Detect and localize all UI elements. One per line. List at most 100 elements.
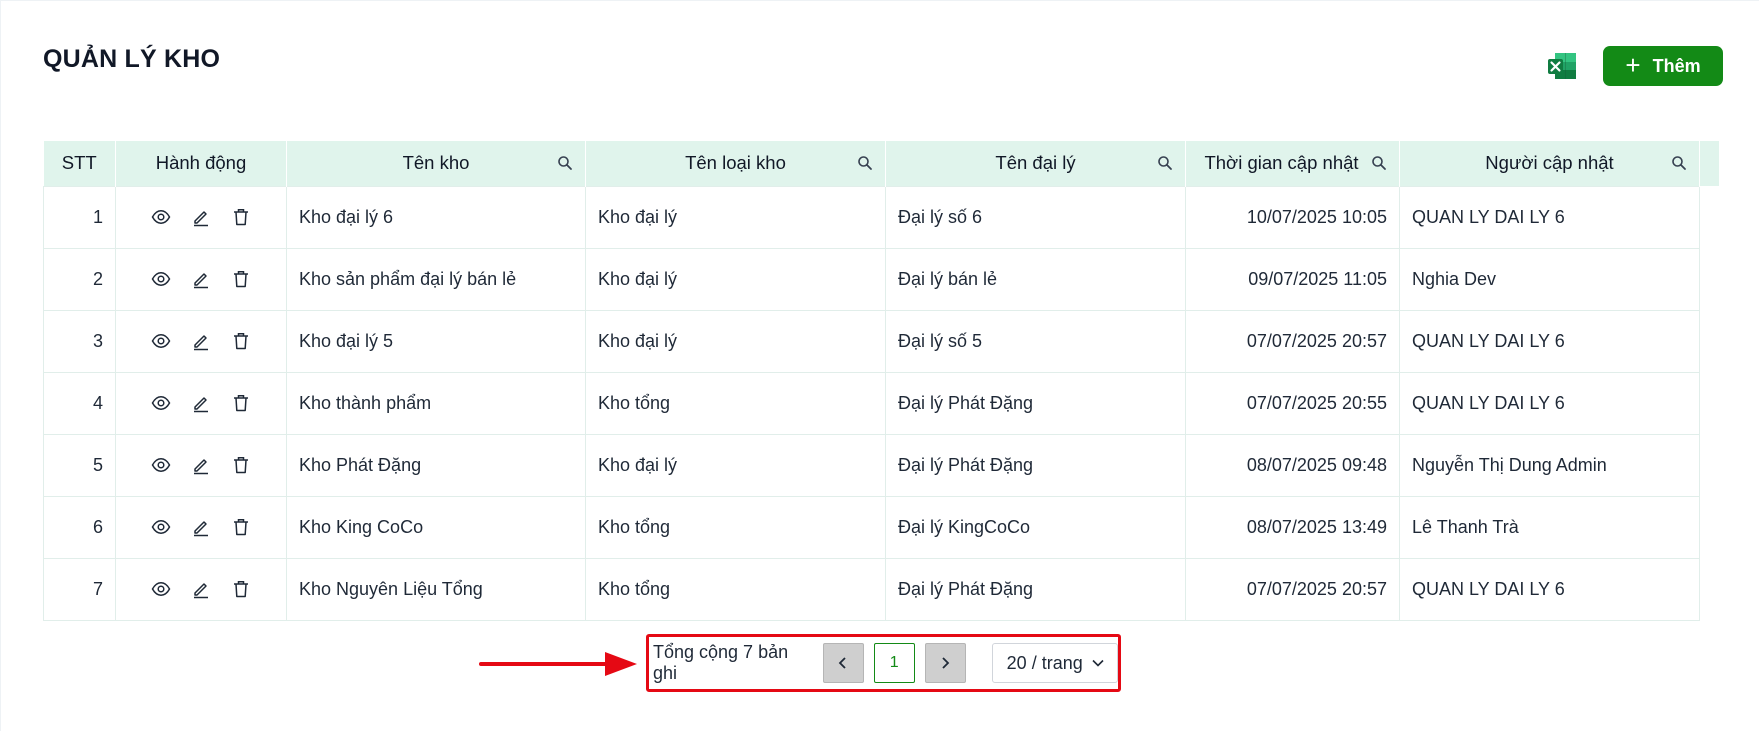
page-title: QUẢN LÝ KHO xyxy=(43,45,221,73)
search-icon[interactable] xyxy=(857,155,873,171)
cell-warehouse-name: Kho King CoCo xyxy=(286,495,586,559)
cell-updated-time: 07/07/2025 20:55 xyxy=(1185,371,1400,435)
cell-agent-name: Đại lý KingCoCo xyxy=(885,495,1186,559)
search-icon[interactable] xyxy=(1157,155,1173,171)
prev-page-button[interactable] xyxy=(822,643,864,683)
cell-agent-name: Đại lý Phát Đặng xyxy=(885,557,1186,621)
delete-icon[interactable] xyxy=(231,393,251,413)
cell-updated-by: QUAN LY DAI LY 6 xyxy=(1399,557,1700,621)
view-icon[interactable] xyxy=(151,579,171,599)
edit-icon[interactable] xyxy=(191,393,211,413)
column-header-actions: Hành động xyxy=(115,141,287,186)
cell-actions xyxy=(115,309,287,373)
cell-stt: 3 xyxy=(43,309,116,373)
cell-stt: 4 xyxy=(43,371,116,435)
column-header-stt: STT xyxy=(43,141,116,186)
cell-updated-by: QUAN LY DAI LY 6 xyxy=(1399,371,1700,435)
cell-warehouse-name: Kho Phát Đặng xyxy=(286,433,586,497)
cell-updated-by: Nguyễn Thị Dung Admin xyxy=(1399,433,1700,497)
cell-warehouse-type: Kho đại lý xyxy=(585,433,886,497)
red-arrow-annotation xyxy=(479,652,637,676)
cell-warehouse-name: Kho đại lý 5 xyxy=(286,309,586,373)
header-scroll-gutter xyxy=(1699,141,1720,186)
cell-updated-time: 08/07/2025 13:49 xyxy=(1185,495,1400,559)
edit-icon[interactable] xyxy=(191,207,211,227)
cell-actions xyxy=(115,433,287,497)
table-row: 3 Kho đại lý 5 Kho đại lý Đại lý số 5 07/07/… xyxy=(43,309,1720,373)
cell-stt: 1 xyxy=(43,185,116,249)
page-size-value: 20 / trang xyxy=(1006,652,1083,673)
table-row: 1 Kho đại lý 6 Kho đại lý Đại lý số 6 10/07/… xyxy=(43,185,1720,249)
cell-updated-time: 08/07/2025 09:48 xyxy=(1185,433,1400,497)
cell-updated-by: QUAN LY DAI LY 6 xyxy=(1399,185,1700,249)
edit-icon[interactable] xyxy=(191,269,211,289)
table-row: 4 Kho thành phẩm Kho tổng Đại lý Phát Đặng 0… xyxy=(43,371,1720,435)
cell-agent-name: Đại lý Phát Đặng xyxy=(885,433,1186,497)
cell-updated-by: QUAN LY DAI LY 6 xyxy=(1399,309,1700,373)
page-number-button[interactable]: 1 xyxy=(873,643,915,683)
cell-stt: 5 xyxy=(43,433,116,497)
cell-warehouse-name: Kho thành phẩm xyxy=(286,371,586,435)
column-header-updated-time: Thời gian cập nhật xyxy=(1185,141,1400,186)
table-row: 5 Kho Phát Đặng Kho đại lý Đại lý Phát Đặng… xyxy=(43,433,1720,497)
cell-agent-name: Đại lý bán lẻ xyxy=(885,247,1186,311)
view-icon[interactable] xyxy=(151,269,171,289)
edit-icon[interactable] xyxy=(191,455,211,475)
delete-icon[interactable] xyxy=(231,579,251,599)
view-icon[interactable] xyxy=(151,331,171,351)
pagination-total: Tổng cộng 7 bản ghi xyxy=(653,642,789,683)
cell-warehouse-type: Kho đại lý xyxy=(585,309,886,373)
cell-actions xyxy=(115,185,287,249)
search-icon[interactable] xyxy=(557,155,573,171)
cell-warehouse-type: Kho tổng xyxy=(585,557,886,621)
chevron-down-icon xyxy=(1092,659,1104,667)
edit-icon[interactable] xyxy=(191,517,211,537)
add-button[interactable]: + Thêm xyxy=(1603,46,1723,86)
view-icon[interactable] xyxy=(151,207,171,227)
warehouse-management-page: QUẢN LÝ KHO + Thêm STT Hành động Tên kho xyxy=(0,0,1759,731)
chevron-right-icon xyxy=(942,657,950,669)
delete-icon[interactable] xyxy=(231,207,251,227)
cell-agent-name: Đại lý số 6 xyxy=(885,185,1186,249)
view-icon[interactable] xyxy=(151,517,171,537)
delete-icon[interactable] xyxy=(231,269,251,289)
column-header-warehouse-name: Tên kho xyxy=(286,141,586,186)
search-icon[interactable] xyxy=(1671,155,1687,171)
table-row: 7 Kho Nguyên Liệu Tổng Kho tổng Đại lý Phát… xyxy=(43,557,1720,621)
excel-icon xyxy=(1548,53,1576,79)
cell-warehouse-name: Kho Nguyên Liệu Tổng xyxy=(286,557,586,621)
cell-warehouse-type: Kho đại lý xyxy=(585,185,886,249)
cell-warehouse-type: Kho tổng xyxy=(585,371,886,435)
view-icon[interactable] xyxy=(151,455,171,475)
cell-warehouse-type: Kho tổng xyxy=(585,495,886,559)
excel-export-button[interactable] xyxy=(1546,50,1578,82)
edit-icon[interactable] xyxy=(191,331,211,351)
next-page-button[interactable] xyxy=(924,643,966,683)
warehouse-table: STT Hành động Tên kho Tên loại kho Tên đ… xyxy=(43,141,1720,621)
column-header-warehouse-type: Tên loại kho xyxy=(585,141,886,186)
delete-icon[interactable] xyxy=(231,517,251,537)
column-header-agent-name: Tên đại lý xyxy=(885,141,1186,186)
cell-stt: 7 xyxy=(43,557,116,621)
edit-icon[interactable] xyxy=(191,579,211,599)
cell-agent-name: Đại lý số 5 xyxy=(885,309,1186,373)
cell-warehouse-type: Kho đại lý xyxy=(585,247,886,311)
table-row: 2 Kho sản phẩm đại lý bán lẻ Kho đại lý Đại… xyxy=(43,247,1720,311)
table-header-row: STT Hành động Tên kho Tên loại kho Tên đ… xyxy=(43,141,1720,186)
cell-updated-time: 07/07/2025 20:57 xyxy=(1185,557,1400,621)
cell-warehouse-name: Kho sản phẩm đại lý bán lẻ xyxy=(286,247,586,311)
view-icon[interactable] xyxy=(151,393,171,413)
cell-updated-time: 10/07/2025 10:05 xyxy=(1185,185,1400,249)
pagination: Tổng cộng 7 bản ghi 1 20 / trang xyxy=(646,634,1121,692)
cell-updated-time: 09/07/2025 11:05 xyxy=(1185,247,1400,311)
delete-icon[interactable] xyxy=(231,455,251,475)
cell-agent-name: Đại lý Phát Đặng xyxy=(885,371,1186,435)
cell-actions xyxy=(115,247,287,311)
cell-warehouse-name: Kho đại lý 6 xyxy=(286,185,586,249)
delete-icon[interactable] xyxy=(231,331,251,351)
page-size-select[interactable]: 20 / trang xyxy=(991,643,1119,683)
search-icon[interactable] xyxy=(1371,155,1387,171)
cell-updated-by: Nghia Dev xyxy=(1399,247,1700,311)
chevron-left-icon xyxy=(839,657,846,669)
add-button-label: Thêm xyxy=(1652,55,1701,76)
